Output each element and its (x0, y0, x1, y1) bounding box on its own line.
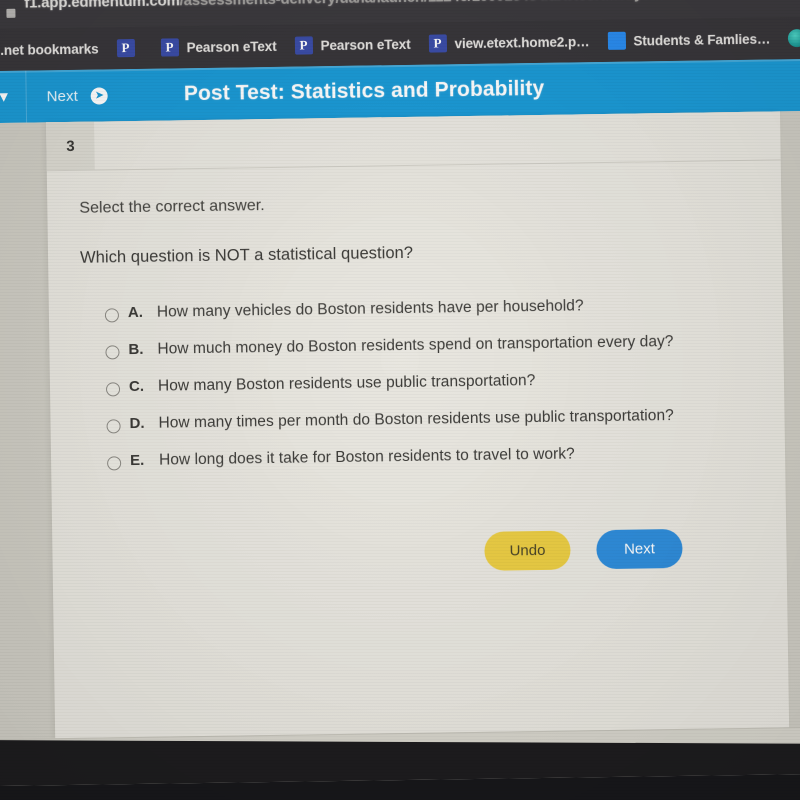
circle-arrow-right-icon: ➤ (90, 86, 109, 105)
header-next-button[interactable]: Next ➤ (25, 69, 131, 123)
option-letter: C. (128, 377, 145, 396)
pearson-icon: P (294, 36, 313, 55)
bookmark-item[interactable]: ols.net bookmarks (0, 41, 99, 58)
option-letter: A. (127, 303, 144, 322)
bookmark-item[interactable]: P Pearson eText (160, 37, 277, 57)
option-text: How many times per month do Boston resid… (158, 407, 674, 432)
question-prompt: Which question is NOT a statistical ques… (79, 243, 414, 267)
next-button[interactable]: Next (596, 528, 683, 570)
answer-option-c[interactable]: C. How many Boston residents use public … (105, 369, 750, 397)
pearson-icon: P (116, 38, 135, 58)
bookmark-label: Pearson eText (320, 36, 411, 53)
chevron-down-icon[interactable]: ▾ (0, 71, 26, 124)
document-icon (607, 31, 626, 50)
bookmark-item[interactable] (788, 29, 800, 48)
bookmark-item[interactable]: Students & Famlies… (607, 30, 770, 50)
photo-of-screen: f1.app.edmentum.com/assessments-delivery… (0, 0, 800, 800)
answer-option-e[interactable]: E. How long does it take for Boston resi… (107, 443, 751, 471)
radio-button-e[interactable] (107, 456, 122, 471)
bookmark-item[interactable]: P Pearson eText (294, 35, 411, 55)
option-text: How long does it take for Boston residen… (158, 445, 575, 469)
page-title: Post Test: Statistics and Probability (183, 76, 545, 106)
bookmark-label: ols.net bookmarks (0, 41, 99, 58)
bookmark-item[interactable]: P (116, 38, 142, 58)
globe-icon (788, 29, 800, 48)
option-text: How many vehicles do Boston residents ha… (156, 297, 584, 321)
option-letter: E. (129, 451, 145, 470)
url-path: /assessments-delivery/ua/la/launch/11246… (180, 0, 722, 9)
undo-button[interactable]: Undo (484, 530, 571, 571)
question-number-badge: 3 (46, 121, 95, 171)
answer-option-b[interactable]: B. How much money do Boston residents sp… (105, 332, 749, 360)
answer-options-list: A. How many vehicles do Boston residents… (81, 295, 751, 471)
question-card-body: Select the correct answer. Which questio… (47, 160, 787, 577)
question-card: 3 Select the correct answer. Which quest… (46, 111, 790, 740)
radio-button-d[interactable] (106, 419, 121, 434)
pearson-icon: P (428, 34, 447, 53)
answer-option-a[interactable]: A. How many vehicles do Boston residents… (104, 295, 749, 323)
page-info-icon[interactable] (6, 8, 16, 18)
pearson-icon: P (160, 38, 179, 57)
bookmark-item[interactable]: P view.etext.home2.p… (428, 32, 590, 53)
radio-button-a[interactable] (104, 308, 120, 323)
browser-window: f1.app.edmentum.com/assessments-delivery… (0, 0, 800, 787)
radio-button-b[interactable] (105, 345, 120, 360)
option-text: How much money do Boston residents spend… (157, 333, 674, 358)
answer-option-d[interactable]: D. How many times per month do Boston re… (106, 406, 750, 434)
screen-bezel (0, 739, 800, 787)
header-next-label: Next (46, 87, 79, 105)
instruction-text: Select the correct answer. (79, 197, 265, 217)
url-text: f1.app.edmentum.com/assessments-delivery… (24, 0, 721, 12)
radio-button-c[interactable] (105, 382, 121, 397)
option-letter: D. (129, 414, 145, 433)
bookmark-label: Students & Famlies… (633, 31, 771, 49)
option-letter: B. (128, 340, 144, 359)
bookmark-label: view.etext.home2.p… (454, 33, 590, 51)
bookmark-label: Pearson eText (186, 38, 277, 55)
option-text: How many Boston residents use public tra… (157, 372, 536, 395)
action-buttons: Undo Next (84, 480, 753, 577)
page-body: 3 Select the correct answer. Which quest… (0, 110, 800, 787)
